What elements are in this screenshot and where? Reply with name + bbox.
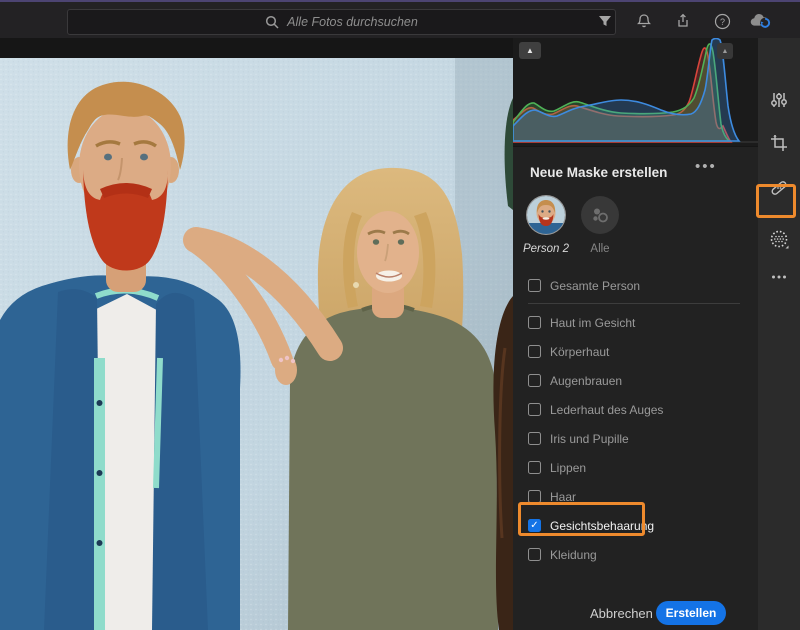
photo-canvas[interactable] (0, 58, 513, 630)
mask-option-gesichtsbehaarung[interactable]: ✓ Gesichtsbehaarung (528, 511, 744, 540)
edit-sliders-icon[interactable] (758, 83, 800, 117)
checkbox-icon[interactable] (528, 345, 541, 358)
search-icon (266, 15, 279, 29)
share-icon[interactable] (672, 10, 694, 32)
crop-icon[interactable] (758, 126, 800, 160)
search-input[interactable]: Alle Fotos durchsuchen (67, 9, 616, 35)
mask-option-haar[interactable]: Haar (528, 482, 744, 511)
healing-brush-icon[interactable] (758, 171, 800, 205)
create-button[interactable]: Erstellen (656, 601, 726, 625)
collapse-panel-right-button[interactable]: ▲ (717, 43, 733, 59)
person-2-avatar-image (527, 196, 565, 234)
bell-icon[interactable] (633, 10, 655, 32)
cloud-sync-icon[interactable] (750, 10, 772, 32)
options-divider (528, 303, 740, 304)
mask-panel: Neue Maske erstellen ••• Person 2 Alle G… (513, 148, 758, 630)
photo-workspace (0, 38, 513, 630)
mask-option-kleidung[interactable]: Kleidung (528, 540, 744, 569)
cancel-button[interactable]: Abbrechen (590, 606, 653, 621)
mask-option-augenbrauen[interactable]: Augenbrauen (528, 366, 744, 395)
filter-icon[interactable] (594, 10, 616, 32)
person-2-avatar[interactable] (527, 196, 565, 234)
tool-rail (758, 38, 800, 630)
more-icon[interactable] (758, 260, 800, 294)
svg-text:?: ? (719, 17, 724, 27)
checkbox-icon[interactable] (528, 490, 541, 503)
collapse-panel-left-button[interactable]: ▲ (519, 42, 541, 59)
mask-option-lederhaut-des-auges[interactable]: Lederhaut des Auges (528, 395, 744, 424)
top-bar: Alle Fotos durchsuchen ? (0, 2, 800, 38)
lightroom-window: Alle Fotos durchsuchen ? ▲ ▲ Neue Maske … (0, 0, 800, 630)
mask-panel-title: Neue Maske erstellen (530, 165, 668, 180)
flyout-corner-indicator (785, 245, 789, 249)
all-people-label: Alle (590, 243, 610, 255)
mask-option-iris-und-pupille[interactable]: Iris und Pupille (528, 424, 744, 453)
people-group-icon (593, 208, 608, 223)
checkbox-checked-icon[interactable]: ✓ (528, 519, 541, 532)
checkbox-icon[interactable] (528, 403, 541, 416)
mask-option-lippen[interactable]: Lippen (528, 453, 744, 482)
edit-panel: ▲ ▲ Neue Maske erstellen ••• Person 2 Al… (512, 37, 758, 630)
mask-option-gesamte-person[interactable]: Gesamte Person (528, 271, 744, 300)
mask-options-list: Gesamte Person Haut im Gesicht Körperhau… (528, 271, 744, 569)
histogram[interactable]: ▲ ▲ (512, 37, 758, 147)
checkbox-icon[interactable] (528, 374, 541, 387)
mask-panel-footer: Abbrechen Erstellen (513, 600, 758, 630)
checkbox-icon[interactable] (528, 432, 541, 445)
checkbox-icon[interactable] (528, 279, 541, 292)
masking-icon[interactable] (758, 222, 800, 256)
search-placeholder: Alle Fotos durchsuchen (287, 15, 418, 29)
help-icon[interactable]: ? (711, 10, 733, 32)
mask-option-haut-im-gesicht[interactable]: Haut im Gesicht (528, 308, 744, 337)
all-people-avatar[interactable] (581, 196, 619, 234)
person-2-label: Person 2 (522, 243, 570, 255)
mask-option-koerperhaut[interactable]: Körperhaut (528, 337, 744, 366)
checkbox-icon[interactable] (528, 461, 541, 474)
ellipsis-menu-icon[interactable]: ••• (695, 158, 717, 175)
topbar-actions: ? (594, 4, 772, 38)
checkbox-icon[interactable] (528, 316, 541, 329)
checkbox-icon[interactable] (528, 548, 541, 561)
